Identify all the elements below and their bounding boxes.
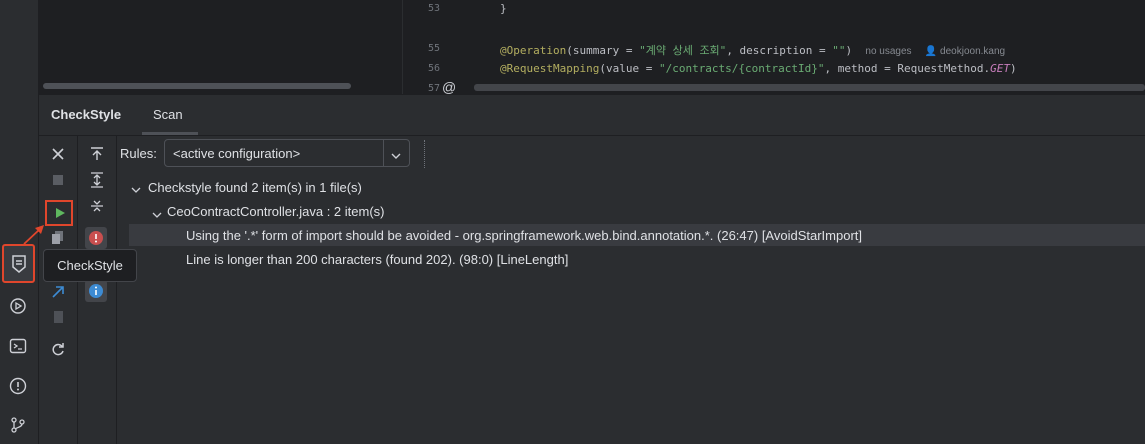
active-tab-underline xyxy=(142,132,198,135)
terminal-icon[interactable] xyxy=(7,335,29,357)
copy-icon[interactable] xyxy=(48,228,68,248)
diff-icon[interactable] xyxy=(48,282,68,302)
stop-icon[interactable] xyxy=(48,170,68,190)
line-number: 56 xyxy=(427,63,440,74)
list-item: Using the '.*' form of import should be … xyxy=(186,228,863,243)
line-number: 57 xyxy=(427,83,440,94)
code-line: @RequestMapping(value = "/contracts/{con… xyxy=(500,62,1017,75)
rules-select-value: <active configuration> xyxy=(173,146,301,161)
tree-item-selected[interactable]: Using the '.*' form of import should be … xyxy=(129,224,1145,246)
scroll-to-top-icon[interactable] xyxy=(87,144,107,164)
tab-checkstyle[interactable]: CheckStyle xyxy=(51,107,121,122)
run-button[interactable] xyxy=(45,200,73,226)
toolbar-separator xyxy=(424,140,425,168)
tree-expand-chevron-icon[interactable] xyxy=(152,207,162,225)
chevron-down-icon xyxy=(391,148,401,166)
checkstyle-tooltip: CheckStyle xyxy=(43,249,137,282)
list-item[interactable]: Line is longer than 200 characters (foun… xyxy=(186,252,568,267)
left-tool-strip xyxy=(0,0,39,444)
refresh-icon[interactable] xyxy=(48,339,68,359)
checkstyle-icon xyxy=(8,253,30,275)
rules-select[interactable]: <active configuration> xyxy=(164,139,410,167)
info-filter-icon xyxy=(86,281,106,301)
author-hint: 👤 deokjoon.kang xyxy=(924,46,1006,57)
info-filter-toggle[interactable] xyxy=(85,280,107,302)
code-line: } xyxy=(500,2,507,15)
tree-file-node[interactable]: CeoContractController.java : 2 item(s) xyxy=(167,204,384,219)
git-icon[interactable] xyxy=(7,414,29,436)
run-icon xyxy=(50,203,70,223)
panel-tab-bar: CheckStyle Scan xyxy=(39,95,1145,136)
error-filter-toggle[interactable] xyxy=(85,227,107,249)
rules-label: Rules: xyxy=(120,146,157,161)
checkstyle-toolwindow-button[interactable] xyxy=(2,244,35,283)
horizontal-scrollbar[interactable] xyxy=(43,83,351,89)
run-config-icon[interactable] xyxy=(7,295,29,317)
tree-expand-chevron-icon[interactable] xyxy=(131,182,141,200)
panel-toolbar-left xyxy=(39,136,78,444)
close-icon[interactable] xyxy=(48,144,68,164)
annotation-gutter-icon[interactable]: @ xyxy=(442,79,456,95)
collapse-all-icon[interactable] xyxy=(87,196,107,216)
tab-scan[interactable]: Scan xyxy=(153,107,183,122)
checkstyle-results: Rules: <active configuration> Checkstyle… xyxy=(117,136,1145,444)
problems-icon[interactable] xyxy=(7,375,29,397)
file-icon[interactable] xyxy=(48,307,68,327)
editor-horizontal-scrollbar[interactable] xyxy=(474,84,1145,91)
usages-hint: no usages xyxy=(865,46,912,57)
editor-left-pane xyxy=(39,0,403,94)
editor-gutter: 53 55 56 57 @ xyxy=(403,0,463,95)
panel-toolbar-right xyxy=(78,136,117,444)
line-number: 53 xyxy=(427,3,440,14)
expand-all-icon[interactable] xyxy=(87,170,107,190)
line-number: 55 xyxy=(427,43,440,54)
code-line: @Operation(summary = "계약 상세 조회", descrip… xyxy=(500,44,1006,57)
select-divider xyxy=(383,140,384,166)
error-filter-icon xyxy=(86,228,106,248)
tree-root-summary[interactable]: Checkstyle found 2 item(s) in 1 file(s) xyxy=(148,180,362,195)
